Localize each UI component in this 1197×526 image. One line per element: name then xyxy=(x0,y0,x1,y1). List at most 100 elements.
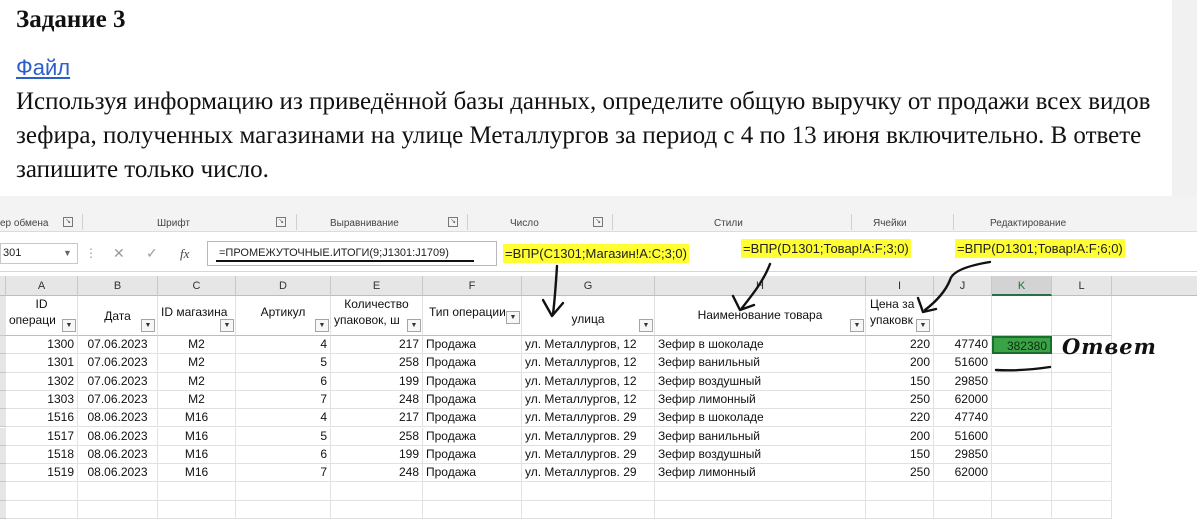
cell-id[interactable]: 1516 xyxy=(6,409,78,428)
empty-cell[interactable] xyxy=(522,500,655,519)
cell-price[interactable]: 250 xyxy=(866,390,934,410)
cell-price[interactable]: 150 xyxy=(866,445,934,465)
launcher-icon[interactable]: ↘ xyxy=(63,217,73,227)
cell-k[interactable] xyxy=(992,390,1052,410)
file-link[interactable]: Файл xyxy=(16,55,70,81)
enter-button[interactable]: ✓ xyxy=(146,243,158,264)
cell-shop[interactable]: М2 xyxy=(158,354,236,373)
cell-id[interactable]: 1518 xyxy=(6,445,78,465)
cell-article[interactable]: 7 xyxy=(236,390,331,410)
cell-shop[interactable]: М2 xyxy=(158,390,236,410)
cell-operation[interactable]: Продажа xyxy=(423,354,522,373)
cell-price[interactable]: 200 xyxy=(866,427,934,446)
dropdown-icon[interactable]: ▼ xyxy=(63,243,72,264)
cell-article[interactable]: 6 xyxy=(236,372,331,391)
cell-sum[interactable]: 62000 xyxy=(934,390,992,410)
cell-id[interactable]: 1517 xyxy=(6,427,78,446)
cancel-button[interactable]: ✕ xyxy=(113,243,125,264)
cell-article[interactable]: 6 xyxy=(236,445,331,465)
empty-cell[interactable] xyxy=(1052,372,1112,391)
empty-cell[interactable] xyxy=(1052,409,1112,428)
empty-cell[interactable] xyxy=(522,482,655,501)
empty-cell[interactable] xyxy=(423,500,522,519)
cell-shop[interactable]: М16 xyxy=(158,464,236,483)
cell-id[interactable]: 1300 xyxy=(6,336,78,355)
cell-product[interactable]: Зефир лимонный xyxy=(655,390,866,410)
cell-k[interactable] xyxy=(992,409,1052,428)
empty-cell[interactable] xyxy=(78,482,158,501)
column-header-k[interactable]: K xyxy=(992,276,1052,296)
cell-street[interactable]: ул. Металлургов, 12 xyxy=(522,390,655,410)
cell-operation[interactable]: Продажа xyxy=(423,464,522,483)
empty-cell[interactable] xyxy=(158,482,236,501)
empty-cell[interactable] xyxy=(331,500,423,519)
column-header-i[interactable]: I xyxy=(866,276,934,296)
cell-date[interactable]: 08.06.2023 xyxy=(78,464,158,483)
cell-street[interactable]: ул. Металлургов, 12 xyxy=(522,336,655,355)
cell-price[interactable]: 200 xyxy=(866,354,934,373)
cell-street[interactable]: ул. Металлургов, 12 xyxy=(522,354,655,373)
cell-id[interactable]: 1301 xyxy=(6,354,78,373)
column-header-a[interactable]: A xyxy=(6,276,78,296)
cell-date[interactable]: 08.06.2023 xyxy=(78,427,158,446)
cell-street[interactable]: ул. Металлургов, 12 xyxy=(522,372,655,391)
empty-cell[interactable] xyxy=(992,296,1052,336)
cell-sum[interactable]: 29850 xyxy=(934,445,992,465)
empty-cell[interactable] xyxy=(1052,445,1112,465)
empty-cell[interactable] xyxy=(236,500,331,519)
cell-sum[interactable]: 51600 xyxy=(934,354,992,373)
empty-cell[interactable] xyxy=(934,500,992,519)
dropdown-icon[interactable]: ▼ xyxy=(315,319,329,332)
empty-cell[interactable] xyxy=(934,296,992,336)
cell-shop[interactable]: М2 xyxy=(158,336,236,355)
column-header-l[interactable]: L xyxy=(1052,276,1112,296)
cell-qty[interactable]: 258 xyxy=(331,354,423,373)
cell-product[interactable]: Зефир лимонный xyxy=(655,464,866,483)
cell-id[interactable]: 1303 xyxy=(6,390,78,410)
empty-cell[interactable] xyxy=(1052,500,1112,519)
cell-qty[interactable]: 217 xyxy=(331,409,423,428)
cell-operation[interactable]: Продажа xyxy=(423,372,522,391)
cell-date[interactable]: 07.06.2023 xyxy=(78,372,158,391)
empty-cell[interactable] xyxy=(992,482,1052,501)
empty-cell[interactable] xyxy=(1052,464,1112,483)
cell-qty[interactable]: 199 xyxy=(331,372,423,391)
cell-shop[interactable]: М16 xyxy=(158,445,236,465)
empty-cell[interactable] xyxy=(1052,390,1112,410)
launcher-icon[interactable]: ↘ xyxy=(276,217,286,227)
cell-street[interactable]: ул. Металлургов. 29 xyxy=(522,409,655,428)
empty-cell[interactable] xyxy=(866,482,934,501)
column-header-e[interactable]: E xyxy=(331,276,423,296)
cell-shop[interactable]: М2 xyxy=(158,372,236,391)
cell-price[interactable]: 250 xyxy=(866,464,934,483)
cell-date[interactable]: 08.06.2023 xyxy=(78,445,158,465)
empty-cell[interactable] xyxy=(6,500,78,519)
dropdown-icon[interactable]: ▼ xyxy=(62,319,76,332)
cell-qty[interactable]: 248 xyxy=(331,390,423,410)
column-header-d[interactable]: D xyxy=(236,276,331,296)
empty-cell[interactable] xyxy=(78,500,158,519)
cell-price[interactable]: 150 xyxy=(866,372,934,391)
filter-icon[interactable]: ▼ xyxy=(141,319,155,332)
cell-id[interactable]: 1302 xyxy=(6,372,78,391)
column-header-h[interactable]: H xyxy=(655,276,866,296)
empty-cell[interactable] xyxy=(1052,296,1112,336)
filter-icon[interactable]: ▼ xyxy=(506,311,520,324)
cell-article[interactable]: 7 xyxy=(236,464,331,483)
cell-date[interactable]: 07.06.2023 xyxy=(78,390,158,410)
empty-cell[interactable] xyxy=(6,482,78,501)
empty-cell[interactable] xyxy=(992,500,1052,519)
cell-date[interactable]: 07.06.2023 xyxy=(78,354,158,373)
dropdown-icon[interactable]: ▼ xyxy=(407,319,421,332)
cell-operation[interactable]: Продажа xyxy=(423,336,522,355)
cell-operation[interactable]: Продажа xyxy=(423,390,522,410)
cell-k[interactable] xyxy=(992,427,1052,446)
empty-cell[interactable] xyxy=(655,500,866,519)
cell-product[interactable]: Зефир в шоколаде xyxy=(655,409,866,428)
cell-qty[interactable]: 199 xyxy=(331,445,423,465)
cell-k[interactable] xyxy=(992,464,1052,483)
cell-operation[interactable]: Продажа xyxy=(423,445,522,465)
dropdown-icon[interactable]: ▼ xyxy=(220,319,234,332)
cell-operation[interactable]: Продажа xyxy=(423,409,522,428)
cell-product[interactable]: Зефир в шоколаде xyxy=(655,336,866,355)
